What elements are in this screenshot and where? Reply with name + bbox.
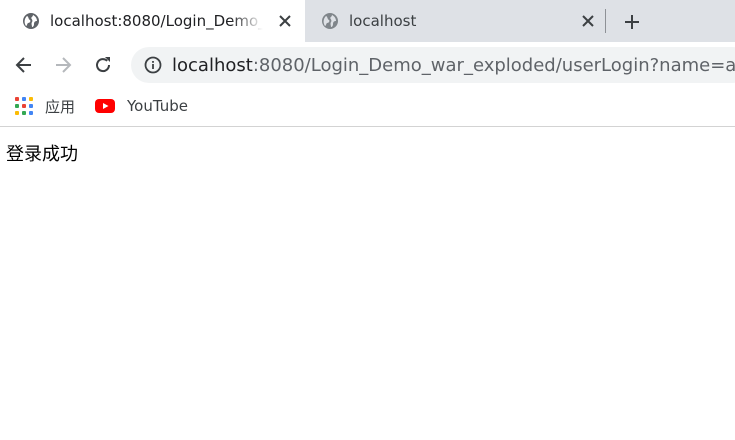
reload-icon — [96, 57, 111, 73]
apps-grid-icon — [15, 97, 33, 115]
globe-icon — [322, 13, 338, 29]
tab-active[interactable]: localhost:8080/Login_Demo_war_exploded/u… — [0, 0, 305, 42]
tab-strip: localhost:8080/Login_Demo_war_exploded/u… — [0, 0, 735, 42]
bookmark-apps[interactable]: 应用 — [15, 95, 75, 117]
bookmark-youtube[interactable]: YouTube — [95, 95, 188, 117]
login-success-message: 登录成功 — [6, 144, 78, 165]
new-tab-button[interactable] — [618, 8, 646, 36]
url-text: localhost:8080/Login_Demo_war_exploded/u… — [172, 55, 735, 76]
globe-icon — [23, 13, 39, 29]
address-bar[interactable]: localhost:8080/Login_Demo_war_exploded/u… — [131, 47, 735, 83]
close-tab-icon[interactable] — [576, 9, 600, 33]
arrow-left-icon — [15, 57, 31, 73]
info-icon[interactable] — [144, 56, 162, 74]
url-host: localhost — [172, 54, 253, 76]
forward-button[interactable] — [49, 51, 77, 79]
tab-title: localhost:8080/Login_Demo_war_exploded/u… — [50, 12, 263, 30]
bookmark-label: YouTube — [127, 97, 188, 115]
tab-divider — [605, 9, 606, 33]
youtube-icon — [95, 99, 115, 113]
bookmark-label: 应用 — [45, 97, 76, 116]
plus-icon — [625, 15, 639, 29]
close-tab-icon[interactable] — [273, 9, 297, 33]
reload-button[interactable] — [89, 51, 117, 79]
bookmarks-bar: 应用 YouTube — [0, 88, 735, 127]
back-button[interactable] — [10, 51, 38, 79]
toolbar: localhost:8080/Login_Demo_war_exploded/u… — [0, 42, 735, 88]
tab-inactive[interactable]: localhost — [308, 0, 608, 42]
tab-title: localhost — [349, 12, 417, 30]
url-path: :8080/Login_Demo_war_exploded/userLogin?… — [252, 54, 735, 76]
arrow-right-icon — [56, 57, 72, 73]
